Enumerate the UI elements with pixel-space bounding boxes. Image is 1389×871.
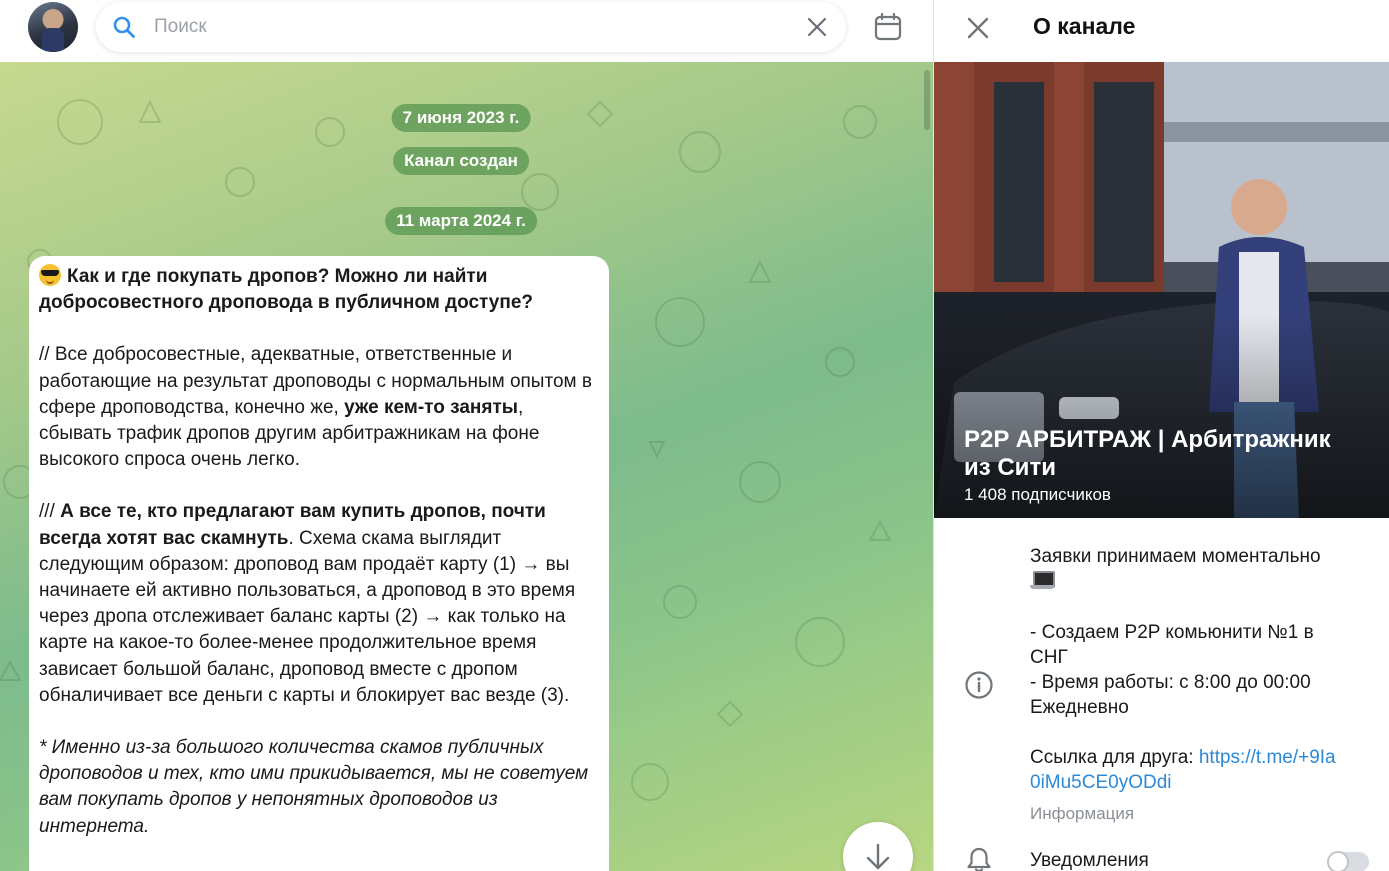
message-paragraph: /// А все те, кто предлагают вам купить … <box>39 501 576 706</box>
clear-icon[interactable] <box>806 16 828 38</box>
search-input[interactable] <box>154 2 774 52</box>
chat-area[interactable]: 7 июня 2023 г. Канал создан 11 марта 202… <box>0 62 933 871</box>
info-caption: Информация <box>1030 804 1135 823</box>
search-box[interactable] <box>96 2 846 52</box>
description-line: - Время работы: с 8:00 до 00:00 <box>1030 672 1311 693</box>
invite-link[interactable]: https://t.me/+9Ia <box>1199 747 1336 768</box>
search-icon <box>113 16 135 38</box>
arrow-down-icon <box>866 843 890 870</box>
date-separator: 11 марта 2024 г. <box>385 207 537 235</box>
bell-icon <box>967 847 991 871</box>
scrollbar-thumb[interactable] <box>924 70 930 130</box>
description-line: СНГ <box>1030 647 1068 668</box>
sunglasses-emoji-icon <box>39 264 61 286</box>
channel-info-panel: О канале P2P АРБИТРАЖ | Арбитражник из С… <box>934 0 1389 871</box>
message-paragraph: // Все добросовестные, адекватные, ответ… <box>39 344 592 471</box>
close-icon[interactable] <box>966 16 990 40</box>
info-icon <box>965 671 993 699</box>
channel-name: P2P АРБИТРАЖ | Арбитражник из Сити <box>964 426 1331 481</box>
channel-cover-photo[interactable]: P2P АРБИТРАЖ | Арбитражник из Сити 1 408… <box>934 62 1389 518</box>
message-paragraph: * Именно из-за большого количества скамо… <box>39 737 589 837</box>
avatar[interactable] <box>28 2 78 52</box>
invite-link[interactable]: 0iMu5CE0yODdi <box>1030 772 1172 793</box>
toggle-knob <box>1327 851 1349 871</box>
notifications-label: Уведомления <box>1030 850 1149 871</box>
panel-header: О канале <box>934 0 1389 62</box>
description-line: Заявки принимаем моментально <box>1030 546 1321 567</box>
link-label: Ссылка для друга: <box>1030 747 1199 768</box>
panel-title: О канале <box>1033 13 1136 39</box>
description-line: Ежедневно <box>1030 697 1129 718</box>
message-title: Как и где покупать дропов? Можно ли найт… <box>39 264 534 314</box>
chat-header <box>0 0 933 62</box>
calendar-icon[interactable] <box>873 12 903 42</box>
message-bubble[interactable]: Как и где покупать дропов? Можно ли найт… <box>29 256 609 871</box>
service-message: Канал создан <box>393 147 529 175</box>
laptop-emoji-icon <box>1030 569 1055 591</box>
notifications-toggle[interactable] <box>1327 851 1369 871</box>
channel-description: Заявки принимаем моментально - Создаем P… <box>1030 544 1370 826</box>
date-separator: 7 июня 2023 г. <box>391 104 531 132</box>
subscriber-count: 1 408 подписчиков <box>964 485 1111 504</box>
description-line: - Создаем P2P комьюнити №1 в <box>1030 622 1314 643</box>
